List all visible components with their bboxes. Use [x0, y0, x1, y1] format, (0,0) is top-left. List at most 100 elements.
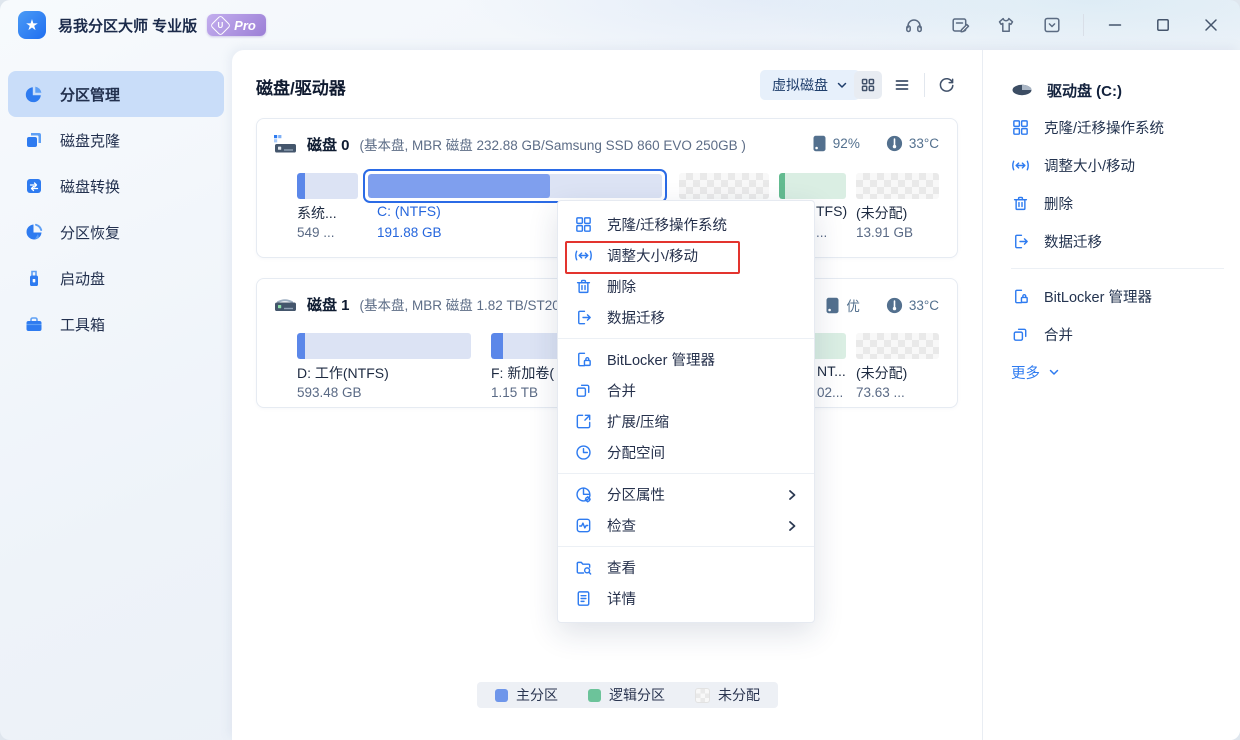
partition-size: ...	[816, 225, 827, 240]
merge-icon	[1011, 325, 1030, 344]
menu-item-allocate-space[interactable]: 分配空间	[558, 437, 814, 468]
partition-logical-1[interactable]	[779, 173, 846, 199]
sidebar-item-label: 磁盘转换	[60, 176, 120, 197]
panel-action-data-migration[interactable]: 数据迁移	[983, 222, 1240, 260]
app-title: 易我分区大师 专业版	[58, 15, 197, 36]
updates-box-icon[interactable]	[1041, 14, 1063, 36]
legend-primary: 主分区	[495, 685, 558, 705]
support-headset-icon[interactable]	[903, 14, 925, 36]
drive-icon	[1011, 80, 1033, 100]
primary-swatch	[495, 689, 508, 702]
list-view-button[interactable]	[888, 71, 916, 99]
partition-unallocated-2[interactable]	[856, 173, 939, 199]
disk-health: 优	[825, 295, 860, 315]
health-ssd-icon	[812, 135, 827, 152]
panel-action-resize-move[interactable]: 调整大小/移动	[983, 146, 1240, 184]
menu-item-resize-move[interactable]: 调整大小/移动	[558, 240, 814, 271]
extend-shrink-icon	[574, 412, 593, 431]
partition-system-reserved[interactable]	[297, 173, 358, 199]
menu-item-details[interactable]: 详情	[558, 583, 814, 614]
app-logo-icon: ★	[18, 11, 46, 39]
bitlocker-lock-icon	[574, 350, 593, 369]
sidebar-item-partition-recovery[interactable]: 分区恢复	[8, 209, 224, 255]
selected-drive-header: 驱动盘 (C:)	[983, 72, 1240, 108]
disk-convert-icon	[24, 176, 44, 196]
sidebar-item-label: 分区管理	[60, 84, 120, 105]
sidebar-item-bootable-disk[interactable]: 启动盘	[8, 255, 224, 301]
menu-item-bitlocker[interactable]: BitLocker 管理器	[558, 344, 814, 375]
partition-size: 549 ...	[297, 225, 335, 240]
partition-label: NT...	[817, 363, 846, 379]
header-separator	[924, 73, 925, 97]
grid-view-icon	[860, 77, 876, 93]
menu-item-view[interactable]: 查看	[558, 552, 814, 583]
sidebar: 分区管理 磁盘克隆 磁盘转换 分区恢复 启动盘	[0, 50, 232, 740]
partition-size: 13.91 GB	[856, 225, 913, 240]
menu-separator	[558, 338, 814, 339]
partition-label: 系统...	[297, 203, 337, 223]
menu-item-check[interactable]: 检查	[558, 510, 814, 541]
partition-label: F: 新加卷(	[491, 363, 554, 383]
clone-disks-icon	[24, 130, 44, 150]
panel-action-bitlocker[interactable]: BitLocker 管理器	[983, 277, 1240, 315]
partition-c-selected[interactable]	[363, 169, 667, 203]
more-actions-button[interactable]: 更多	[983, 353, 1240, 391]
panel-action-delete[interactable]: 删除	[983, 184, 1240, 222]
close-button[interactable]	[1200, 14, 1222, 36]
trash-icon	[1011, 194, 1030, 213]
menu-item-extend-shrink[interactable]: 扩展/压缩	[558, 406, 814, 437]
feedback-icon[interactable]	[949, 14, 971, 36]
legend-unallocated: 未分配	[695, 685, 760, 705]
panel-action-merge[interactable]: 合并	[983, 315, 1240, 353]
titlebar-separator	[1083, 14, 1084, 36]
refresh-icon	[938, 77, 955, 94]
menu-item-merge[interactable]: 合并	[558, 375, 814, 406]
partition-size: 02...	[817, 385, 843, 400]
disk-health: 92%	[812, 135, 860, 152]
pie-recovery-icon	[24, 222, 44, 242]
refresh-button[interactable]	[932, 71, 960, 99]
menu-item-delete[interactable]: 删除	[558, 271, 814, 302]
virtual-disk-filter-button[interactable]: 虚拟磁盘	[760, 70, 860, 100]
sidebar-item-disk-clone[interactable]: 磁盘克隆	[8, 117, 224, 163]
chevron-down-icon	[836, 79, 848, 91]
sidebar-item-disk-convert[interactable]: 磁盘转换	[8, 163, 224, 209]
minimize-button[interactable]	[1104, 14, 1126, 36]
disk-name: 磁盘 1	[307, 294, 350, 315]
maximize-button[interactable]	[1152, 14, 1174, 36]
partition-size: 593.48 GB	[297, 385, 362, 400]
thermometer-icon	[886, 297, 903, 314]
menu-item-partition-properties[interactable]: 分区属性	[558, 479, 814, 510]
sidebar-item-partition-management[interactable]: 分区管理	[8, 71, 224, 117]
trash-icon	[574, 277, 593, 296]
partition-d[interactable]	[297, 333, 471, 359]
partition-size: 1.15 TB	[491, 385, 538, 400]
legend-logical: 逻辑分区	[588, 685, 665, 705]
disk-info: (基本盘, MBR 磁盘 232.88 GB/Samsung SSD 860 E…	[360, 134, 746, 154]
toolbox-icon	[24, 314, 44, 334]
folder-search-icon	[574, 558, 593, 577]
pro-label: Pro	[234, 18, 256, 33]
app-window: ★ 易我分区大师 专业版 U Pro	[0, 0, 1240, 740]
sidebar-item-label: 分区恢复	[60, 222, 120, 243]
menu-item-clone-os[interactable]: 克隆/迁移操作系统	[558, 209, 814, 240]
partition-label: (未分配)	[856, 363, 907, 383]
partition-label: C: (NTFS)	[377, 203, 441, 219]
list-view-icon	[894, 77, 910, 93]
sidebar-item-label: 工具箱	[60, 314, 105, 335]
sidebar-item-toolbox[interactable]: 工具箱	[8, 301, 224, 347]
grid-view-button[interactable]	[854, 71, 882, 99]
menu-item-data-migration[interactable]: 数据迁移	[558, 302, 814, 333]
panel-action-clone-os[interactable]: 克隆/迁移操作系统	[983, 108, 1240, 146]
allocate-space-icon	[574, 443, 593, 462]
disk-info: (基本盘, MBR 磁盘 1.82 TB/ST2000D	[360, 294, 585, 314]
partition-properties-icon	[574, 485, 593, 504]
titlebar: ★ 易我分区大师 专业版 U Pro	[0, 0, 1240, 50]
partition-unallocated-1[interactable]	[679, 173, 769, 199]
usb-drive-icon	[24, 268, 44, 288]
theme-tshirt-icon[interactable]	[995, 14, 1017, 36]
check-pulse-icon	[574, 516, 593, 535]
partition-size: 73.63 ...	[856, 385, 905, 400]
partition-unallocated-3[interactable]	[856, 333, 939, 359]
pie-chart-icon	[24, 84, 44, 104]
